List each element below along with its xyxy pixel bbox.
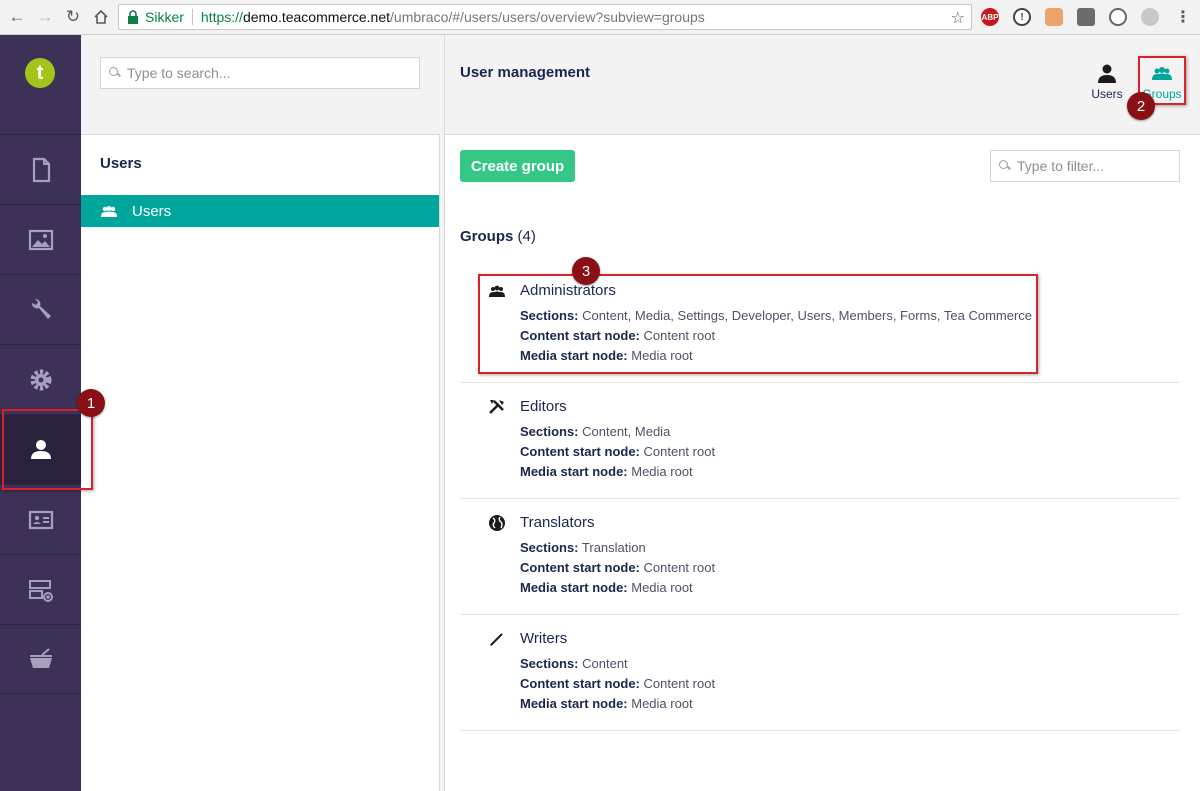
home-icon[interactable] (90, 6, 112, 28)
wrench-icon (31, 298, 51, 319)
forms-icon (28, 579, 53, 602)
gear-icon (30, 369, 51, 390)
section-forms[interactable] (0, 554, 81, 624)
basket-icon (29, 648, 52, 668)
tools-icon (489, 400, 504, 414)
back-arrow-icon[interactable]: ← (6, 6, 28, 28)
document-icon (32, 157, 50, 182)
media-start-label: Media start node: (520, 580, 628, 595)
create-group-button[interactable]: Create group (460, 150, 575, 182)
search-icon (109, 67, 121, 79)
tree-title: Users (100, 155, 142, 172)
search-icon (999, 160, 1011, 172)
page-title: User management (460, 64, 591, 81)
extension-icon[interactable] (1045, 8, 1063, 26)
sections-label: Sections: (520, 656, 579, 671)
lock-icon (127, 10, 139, 24)
group-row-writers[interactable]: Writers Sections: Content Content start … (460, 615, 1180, 731)
user-icon (1098, 64, 1116, 83)
search-box[interactable] (100, 57, 420, 89)
group-row-editors[interactable]: Editors Sections: Content, Media Content… (460, 383, 1180, 499)
extension-square-icon[interactable] (1077, 8, 1095, 26)
timer-icon[interactable] (1109, 8, 1127, 26)
section-media[interactable] (0, 204, 81, 274)
bookmark-star-icon[interactable]: ☆ (951, 8, 965, 28)
sections-value: Translation (581, 540, 646, 555)
media-start-value: Media root (631, 580, 693, 595)
extension-dot-icon[interactable] (1141, 8, 1159, 26)
info-extension-icon[interactable]: ! (1013, 8, 1031, 26)
users-icon (101, 206, 117, 217)
reload-icon[interactable]: ↻ (62, 6, 84, 28)
sections-value: Content (582, 656, 628, 671)
sections-value: Content, Media (582, 424, 671, 439)
content-start-value: Content root (643, 676, 716, 691)
url-host: demo.teacommerce.net (242, 9, 391, 25)
globe-icon (489, 515, 505, 531)
group-content-start: Content start node: Content root (520, 444, 715, 459)
tree-node-label: Users (132, 202, 172, 220)
address-divider (191, 9, 193, 25)
group-content-start: Content start node: Content root (520, 560, 715, 575)
browser-toolbar: ← → ↻ Sikker https://demo.teacommerce.ne… (0, 0, 1200, 35)
tree-panel: Users Users (81, 35, 440, 791)
subview-users[interactable]: Users (1085, 63, 1129, 107)
section-members[interactable] (0, 484, 81, 554)
content-start-value: Content root (643, 560, 716, 575)
group-media-start: Media start node: Media root (520, 580, 693, 595)
kebab-menu-icon[interactable]: ⋮ (1172, 6, 1194, 28)
adblock-icon[interactable]: ABP (981, 8, 999, 26)
splitter[interactable] (440, 35, 445, 791)
content-start-label: Content start node: (520, 560, 640, 575)
address-bar[interactable]: Sikker https://demo.teacommerce.net/umbr… (118, 4, 972, 30)
pencil-icon (490, 633, 503, 646)
subview-label: Users (1091, 87, 1123, 101)
media-start-label: Media start node: (520, 696, 628, 711)
forward-arrow-icon[interactable]: → (34, 6, 56, 28)
id-card-icon (28, 510, 53, 529)
group-media-start: Media start node: Media root (520, 464, 693, 479)
sections-label: Sections: (520, 424, 579, 439)
search-input[interactable] (127, 65, 419, 81)
group-sections: Sections: Content (520, 656, 628, 671)
tea-commerce-logo[interactable]: t (25, 58, 55, 88)
section-developer[interactable] (0, 344, 81, 414)
groups-heading: Groups (4) (460, 228, 536, 245)
media-start-value: Media root (631, 464, 693, 479)
content-start-label: Content start node: (520, 676, 640, 691)
url-path: /umbraco/#/users/users/overview?subview=… (390, 9, 705, 25)
group-name[interactable]: Writers (520, 630, 567, 647)
annotation-marker: 1 (77, 389, 105, 417)
image-icon (28, 229, 53, 250)
filter-box[interactable] (990, 150, 1180, 182)
content-start-label: Content start node: (520, 444, 640, 459)
tree-header (81, 35, 440, 135)
group-row-translators[interactable]: Translators Sections: Translation Conten… (460, 499, 1180, 615)
group-sections: Sections: Translation (520, 540, 646, 555)
filter-input[interactable] (1017, 158, 1179, 174)
group-media-start: Media start node: Media root (520, 696, 693, 711)
section-content[interactable] (0, 134, 81, 204)
main-header: User management Users Groups (445, 35, 1200, 135)
groups-heading-label: Groups (460, 228, 514, 245)
content-start-value: Content root (643, 444, 716, 459)
secure-label: Sikker (145, 9, 184, 25)
section-tea-commerce[interactable] (0, 624, 81, 694)
media-start-value: Media root (631, 696, 693, 711)
tree-node-users[interactable]: Users (81, 195, 439, 227)
annotation-marker: 3 (572, 257, 600, 285)
annotation-box-users-section (2, 409, 93, 490)
sections-label: Sections: (520, 540, 579, 555)
url-scheme: https:// (200, 9, 243, 25)
group-content-start: Content start node: Content root (520, 676, 715, 691)
annotation-box-administrators (478, 274, 1038, 374)
group-sections: Sections: Content, Media (520, 424, 670, 439)
media-start-label: Media start node: (520, 464, 628, 479)
group-name[interactable]: Translators (520, 514, 594, 531)
groups-count: (4) (517, 228, 536, 245)
group-name[interactable]: Editors (520, 398, 567, 415)
section-settings[interactable] (0, 274, 81, 344)
annotation-marker: 2 (1127, 92, 1155, 120)
